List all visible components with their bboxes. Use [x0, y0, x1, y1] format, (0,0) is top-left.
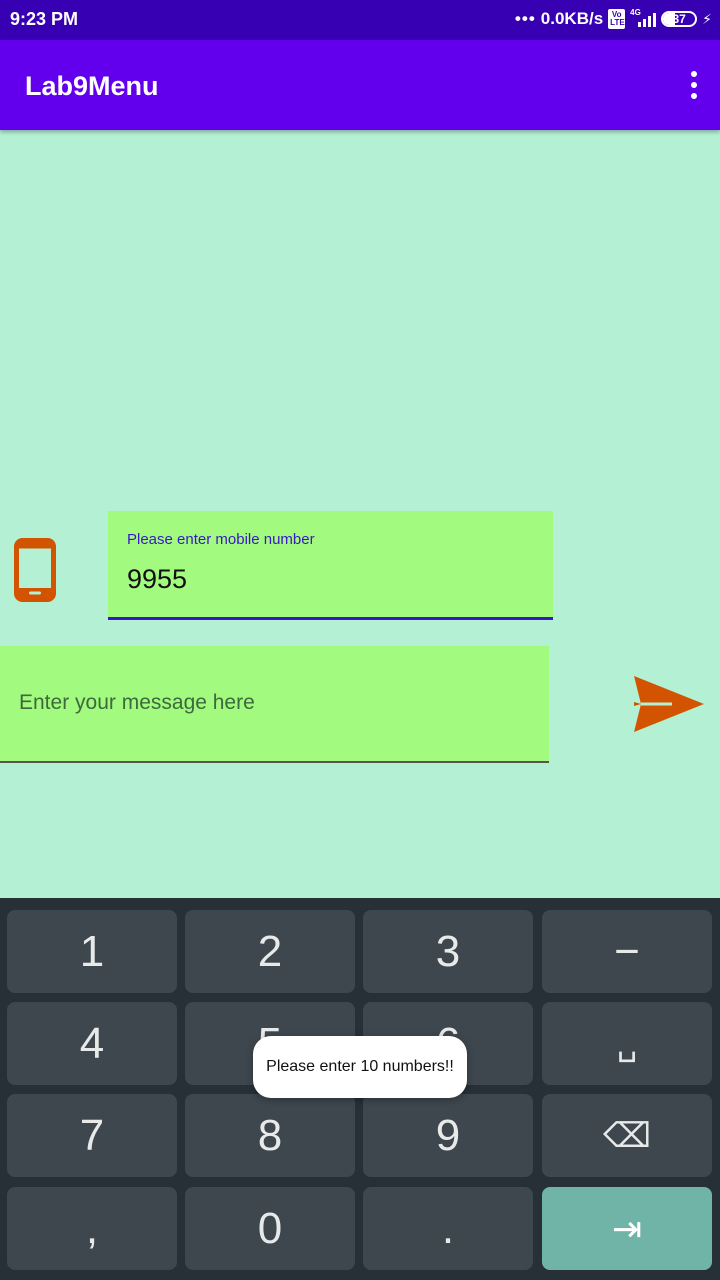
message-placeholder: Enter your message here [19, 691, 255, 714]
status-indicators: ••• 0.0KB/s Vo LTE 4G 37 ⚡ [514, 8, 712, 29]
smartphone-icon [14, 538, 56, 602]
key-2[interactable]: 2 [185, 910, 355, 993]
network-type: 4G [630, 8, 641, 17]
key-3[interactable]: 3 [363, 910, 533, 993]
key-7[interactable]: 7 [7, 1094, 177, 1177]
key-space[interactable]: ␣ [542, 1002, 712, 1085]
key-8[interactable]: 8 [185, 1094, 355, 1177]
mobile-number-input[interactable]: 9955 [127, 564, 187, 595]
toast-message: Please enter 10 numbers!! [253, 1036, 467, 1098]
mobile-number-label: Please enter mobile number [127, 531, 315, 548]
battery-icon: 37 [661, 11, 698, 27]
app-bar: Lab9Menu [0, 40, 720, 130]
key-4[interactable]: 4 [7, 1002, 177, 1085]
key-9[interactable]: 9 [363, 1094, 533, 1177]
mobile-number-field[interactable]: Please enter mobile number 9955 [108, 511, 553, 620]
key-1[interactable]: 1 [7, 910, 177, 993]
network-speed: 0.0KB/s [540, 9, 604, 28]
status-bar: 9:23 PM ••• 0.0KB/s Vo LTE 4G 37 ⚡ [0, 0, 720, 40]
message-field[interactable]: Enter your message here [0, 646, 549, 763]
key-minus[interactable]: − [542, 910, 712, 993]
key-period[interactable]: . [363, 1187, 533, 1270]
volte-icon: Vo LTE [608, 9, 626, 29]
signal-strength-icon: 4G [630, 8, 657, 27]
status-time: 9:23 PM [10, 9, 79, 29]
key-0[interactable]: 0 [185, 1187, 355, 1270]
charging-icon: ⚡ [702, 10, 712, 27]
notification-dots-icon: ••• [514, 9, 536, 28]
backspace-key[interactable]: ⌫ [542, 1094, 712, 1177]
next-key[interactable]: ⇥ [542, 1187, 712, 1270]
send-icon[interactable] [632, 674, 704, 734]
key-comma[interactable]: , [7, 1187, 177, 1270]
app-title: Lab9Menu [25, 71, 159, 101]
battery-level: 37 [672, 12, 686, 26]
more-vert-icon[interactable] [690, 71, 698, 99]
